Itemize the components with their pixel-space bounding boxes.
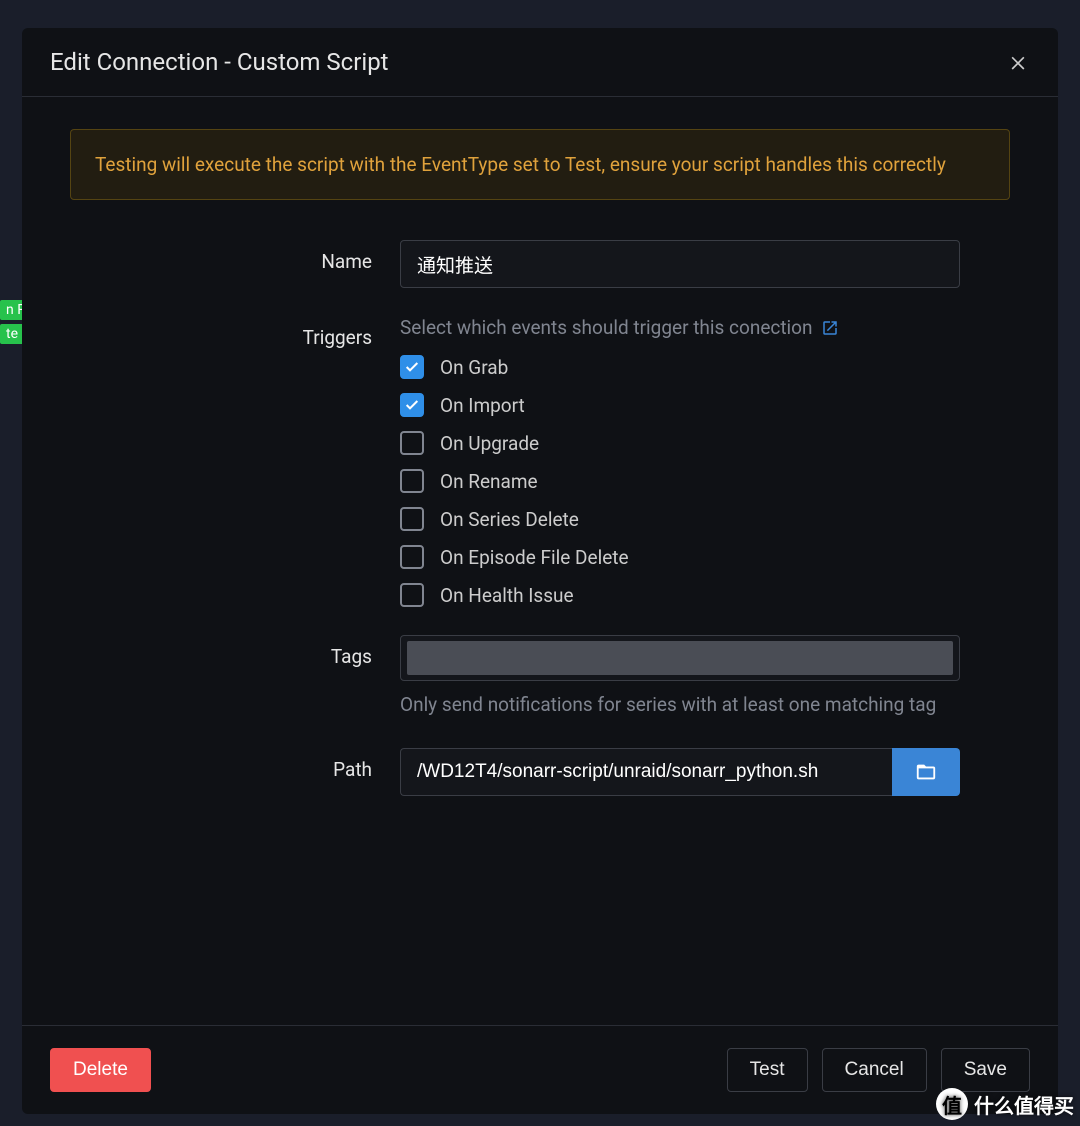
tags-label: Tags: [50, 635, 400, 668]
trigger-item: On Health Issue: [400, 583, 960, 607]
modal-footer: Delete Test Cancel Save: [22, 1025, 1058, 1114]
trigger-label: On Health Issue: [440, 584, 574, 607]
trigger-item: On Rename: [400, 469, 960, 493]
folder-open-icon: [915, 761, 937, 783]
trigger-item: On Grab: [400, 355, 960, 379]
delete-button[interactable]: Delete: [50, 1048, 151, 1092]
watermark: 值 什么值得买: [936, 1088, 1074, 1120]
tags-row: Tags Only send notifications for series …: [50, 635, 1030, 720]
trigger-item: On Import: [400, 393, 960, 417]
tags-input[interactable]: [400, 635, 960, 681]
path-input[interactable]: [400, 748, 892, 796]
path-label: Path: [50, 748, 400, 781]
modal-body: Testing will execute the script with the…: [22, 97, 1058, 1025]
test-button[interactable]: Test: [727, 1048, 808, 1092]
test-warning-alert: Testing will execute the script with the…: [70, 129, 1010, 200]
trigger-checkbox[interactable]: [400, 545, 424, 569]
name-row: Name: [50, 240, 1030, 288]
tags-help: Only send notifications for series with …: [400, 691, 960, 720]
trigger-checkbox[interactable]: [400, 469, 424, 493]
trigger-checkbox[interactable]: [400, 393, 424, 417]
trigger-item: On Episode File Delete: [400, 545, 960, 569]
browse-button[interactable]: [892, 748, 960, 796]
trigger-list: On Grab On Import On Upgrade On Rename On Se…: [400, 355, 960, 607]
close-icon[interactable]: [1006, 50, 1030, 74]
save-button[interactable]: Save: [941, 1048, 1030, 1092]
triggers-help: Select which events should trigger this …: [400, 316, 960, 339]
trigger-checkbox[interactable]: [400, 583, 424, 607]
watermark-icon: 值: [936, 1088, 968, 1120]
external-link-icon[interactable]: [821, 319, 839, 337]
trigger-label: On Upgrade: [440, 432, 539, 455]
edit-connection-modal: Edit Connection - Custom Script Testing …: [22, 28, 1058, 1114]
trigger-label: On Episode File Delete: [440, 546, 629, 569]
cancel-button[interactable]: Cancel: [822, 1048, 927, 1092]
name-label: Name: [50, 240, 400, 273]
name-input[interactable]: [400, 240, 960, 288]
tags-inner[interactable]: [407, 641, 953, 675]
modal-title: Edit Connection - Custom Script: [50, 48, 389, 76]
triggers-label: Triggers: [50, 316, 400, 349]
trigger-label: On Series Delete: [440, 508, 579, 531]
path-row: Path: [50, 748, 1030, 796]
trigger-checkbox[interactable]: [400, 431, 424, 455]
watermark-text: 什么值得买: [974, 1090, 1074, 1119]
trigger-item: On Upgrade: [400, 431, 960, 455]
trigger-label: On Rename: [440, 470, 538, 493]
trigger-checkbox[interactable]: [400, 507, 424, 531]
trigger-item: On Series Delete: [400, 507, 960, 531]
trigger-label: On Grab: [440, 356, 508, 379]
trigger-checkbox[interactable]: [400, 355, 424, 379]
trigger-label: On Import: [440, 394, 525, 417]
triggers-row: Triggers Select which events should trig…: [50, 316, 1030, 607]
modal-header: Edit Connection - Custom Script: [22, 28, 1058, 97]
